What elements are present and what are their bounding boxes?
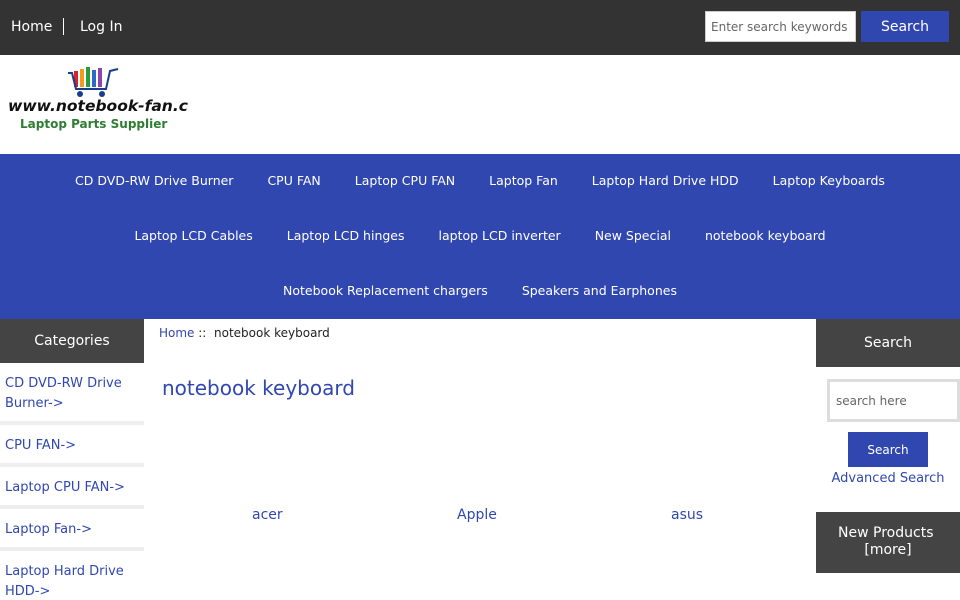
category-nav-bar: CD DVD-RW Drive Burner CPU FAN Laptop CP… (0, 154, 960, 319)
category-nav-link[interactable]: New Special (578, 228, 688, 243)
nav-home-link[interactable]: Home (11, 19, 52, 35)
sidebar-search-input[interactable] (827, 379, 960, 422)
category-nav-link[interactable]: Laptop CPU FAN (338, 173, 472, 188)
cart-icon (68, 67, 119, 97)
sidebar-search-button[interactable]: Search (848, 432, 928, 467)
category-nav-link[interactable]: Laptop LCD hinges (270, 228, 422, 243)
svg-text:www.notebook-fan.com: www.notebook-fan.com (8, 97, 188, 115)
right-sidebar: Search Search Advanced Search New Produc… (816, 319, 960, 600)
breadcrumb-separator: :: (198, 326, 207, 340)
category-nav-link[interactable]: Speakers and Earphones (505, 283, 694, 298)
category-nav-link[interactable]: Laptop LCD Cables (117, 228, 269, 243)
sidebar-item-link[interactable]: CD DVD-RW Drive Burner-> (5, 376, 122, 411)
top-search-button[interactable]: Search (861, 11, 949, 42)
breadcrumb-current: notebook keyboard (214, 326, 330, 340)
top-bar: Home Log In Search (0, 0, 960, 55)
sidebar-item-link[interactable]: Laptop Fan-> (5, 522, 92, 537)
nav-login-link[interactable]: Log In (80, 19, 122, 35)
page-title: notebook keyboard (162, 376, 355, 400)
category-nav-row: Notebook Replacement chargers Speakers a… (0, 283, 960, 298)
category-nav-link[interactable]: Laptop Fan (472, 173, 575, 188)
category-nav-link[interactable]: laptop LCD inverter (422, 228, 578, 243)
category-nav-link[interactable]: CD DVD-RW Drive Burner (58, 173, 250, 188)
sidebar-item: Laptop Fan-> (0, 509, 144, 551)
categories-title: Categories (0, 319, 144, 363)
sidebar-item: Laptop Hard Drive HDD-> (0, 551, 144, 600)
category-nav-row: CD DVD-RW Drive Burner CPU FAN Laptop CP… (0, 173, 960, 188)
sidebar-item-link[interactable]: Laptop CPU FAN-> (5, 480, 125, 495)
subcategory-link[interactable]: acer (252, 507, 283, 523)
sidebar-item: CD DVD-RW Drive Burner-> (0, 363, 144, 425)
new-products-more-link[interactable]: [more] (864, 542, 911, 558)
categories-sidebar: Categories CD DVD-RW Drive Burner-> CPU … (0, 319, 144, 600)
svg-text:Laptop Parts Supplier: Laptop Parts Supplier (20, 117, 167, 131)
search-box-title: Search (816, 319, 960, 367)
sidebar-item-link[interactable]: CPU FAN-> (5, 438, 76, 453)
category-nav-row: Laptop LCD Cables Laptop LCD hinges lapt… (0, 228, 960, 243)
category-nav-link[interactable]: notebook keyboard (688, 228, 843, 243)
sidebar-item: CPU FAN-> (0, 425, 144, 467)
category-nav-link[interactable]: Notebook Replacement chargers (266, 283, 505, 298)
sidebar-item: Laptop CPU FAN-> (0, 467, 144, 509)
category-nav-link[interactable]: Laptop Hard Drive HDD (575, 173, 756, 188)
category-nav-link[interactable]: CPU FAN (250, 173, 337, 188)
site-header: www.notebook-fan.com Laptop Parts Suppli… (0, 55, 960, 154)
subcategory-link[interactable]: Apple (457, 507, 497, 523)
top-search-input[interactable] (705, 11, 856, 42)
main-content: Home :: notebook keyboard notebook keybo… (144, 319, 816, 600)
sidebar-item-link[interactable]: Laptop Hard Drive HDD-> (5, 564, 124, 599)
advanced-search-link[interactable]: Advanced Search (816, 471, 960, 486)
nav-separator (63, 18, 64, 35)
subcategory-link[interactable]: asus (671, 507, 703, 523)
site-logo[interactable]: www.notebook-fan.com Laptop Parts Suppli… (8, 67, 215, 133)
category-nav-link[interactable]: Laptop Keyboards (756, 173, 902, 188)
breadcrumb-home-link[interactable]: Home (159, 326, 194, 340)
breadcrumb: Home :: notebook keyboard (159, 326, 330, 340)
new-products-label: New Products (838, 525, 934, 541)
new-products-header: New Products [more] (816, 512, 960, 573)
logo-graphic: www.notebook-fan.com Laptop Parts Suppli… (8, 67, 215, 131)
